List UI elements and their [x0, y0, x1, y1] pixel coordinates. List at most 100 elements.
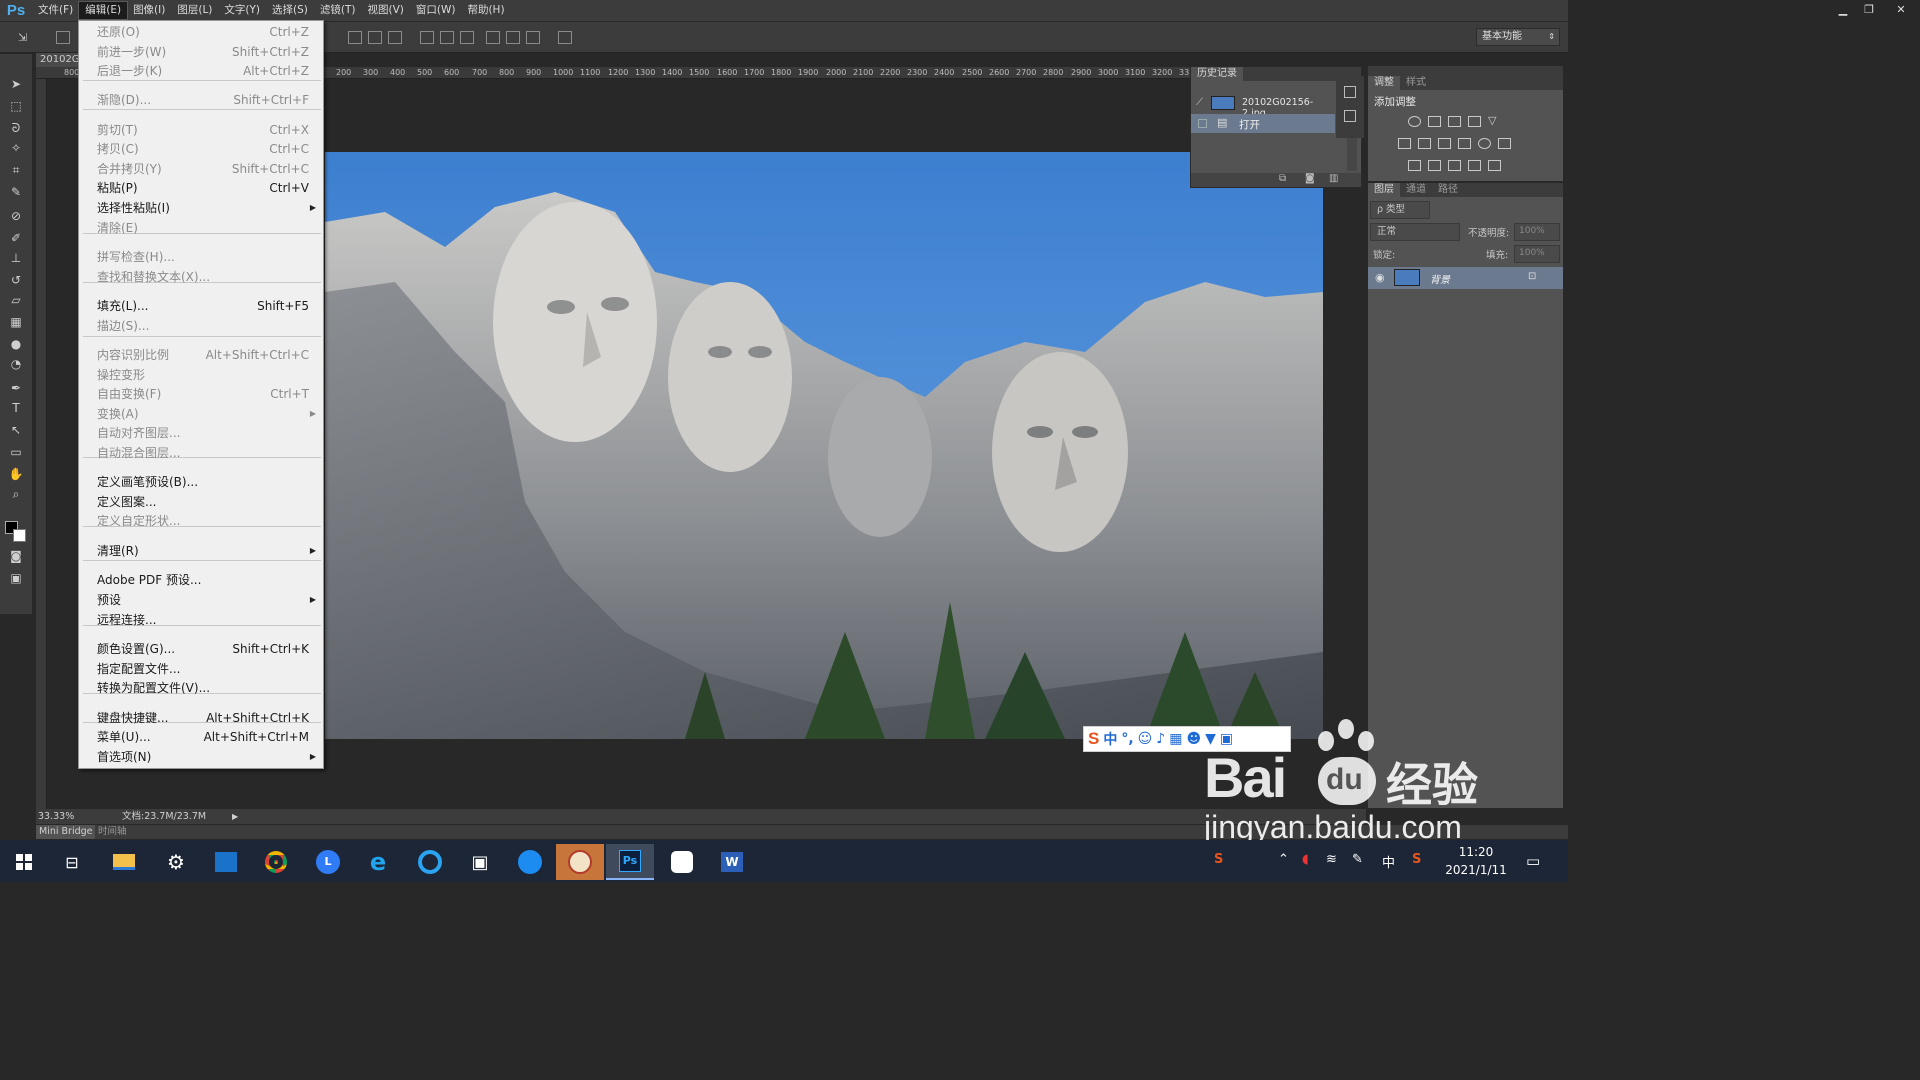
- tab-timeline[interactable]: 时间轴: [98, 825, 127, 839]
- brush-tool-icon[interactable]: ✐: [7, 230, 25, 246]
- color-lookup-icon[interactable]: [1498, 138, 1511, 149]
- restore-icon[interactable]: ❐: [1856, 0, 1882, 18]
- properties-panel-icon[interactable]: [1344, 110, 1356, 122]
- path-select-icon[interactable]: ↖: [7, 422, 25, 438]
- keyboard-icon[interactable]: ▦: [1169, 731, 1182, 747]
- edit-menu-item[interactable]: Adobe PDF 预设...: [79, 570, 323, 590]
- start-windows-icon[interactable]: [0, 844, 48, 880]
- new-document-from-state-icon[interactable]: ⧉: [1279, 173, 1286, 184]
- trash-icon[interactable]: ▥: [1329, 173, 1338, 184]
- distribute-vcenter-icon[interactable]: [440, 31, 454, 44]
- edit-menu-item[interactable]: 键盘快捷键... Alt+Shift+Ctrl+K: [79, 708, 323, 728]
- tab-mini-bridge[interactable]: Mini Bridge: [36, 825, 96, 839]
- menu-6[interactable]: 滤镜(T): [314, 2, 362, 19]
- microphone-icon[interactable]: ♪: [1156, 731, 1165, 747]
- auto-align-icon[interactable]: [558, 31, 572, 44]
- qq-tray-icon[interactable]: ◖: [1302, 852, 1309, 867]
- edit-menu-item[interactable]: 转换为配置文件(V)...: [79, 678, 323, 698]
- align-vcenter-icon[interactable]: [368, 31, 382, 44]
- menu-9[interactable]: 帮助(H): [461, 2, 510, 19]
- menu-5[interactable]: 选择(S): [266, 2, 314, 19]
- layer-background[interactable]: ◉ 背景 ⊡: [1368, 267, 1563, 289]
- menu-0[interactable]: 文件(F): [32, 2, 79, 19]
- auto-select-checkbox[interactable]: [56, 31, 70, 44]
- sogou-input-icon[interactable]: S: [1412, 852, 1421, 867]
- history-snapshot-row[interactable]: ⟋ 20102G02156-2.jpg: [1191, 93, 1335, 119]
- emblem-app-icon[interactable]: [556, 844, 604, 880]
- menu-1[interactable]: 编辑(E): [78, 1, 129, 20]
- user-icon[interactable]: ☻: [1186, 731, 1201, 747]
- settings-gear-icon[interactable]: ⚙: [152, 844, 200, 880]
- status-menu-arrow-icon[interactable]: ▶: [232, 809, 238, 824]
- history-step-row[interactable]: ▤ 打开: [1191, 114, 1335, 133]
- photoshop-taskbar-icon[interactable]: Ps: [606, 844, 654, 880]
- history-panel-icon[interactable]: [1344, 86, 1356, 98]
- zoom-tool-icon[interactable]: ⌕: [7, 486, 25, 502]
- edit-menu-item[interactable]: 填充(L)... Shift+F5: [79, 296, 323, 316]
- sogou-app-icon[interactable]: [506, 844, 554, 880]
- align-bottom-icon[interactable]: [388, 31, 402, 44]
- zoom-level[interactable]: 33.33%: [38, 809, 74, 824]
- background-color-swatch[interactable]: [13, 529, 26, 542]
- edit-menu-item[interactable]: 颜色设置(G)... Shift+Ctrl+K: [79, 639, 323, 659]
- tray-lang[interactable]: 中: [1382, 852, 1395, 871]
- menu-7[interactable]: 视图(V): [361, 2, 409, 19]
- move-tool-icon[interactable]: ➤: [7, 76, 25, 92]
- screen-mode-icon[interactable]: ▣: [7, 570, 25, 586]
- tab-channels[interactable]: 通道: [1400, 183, 1432, 197]
- edit-menu-item[interactable]: 菜单(U)... Alt+Shift+Ctrl+M: [79, 727, 323, 747]
- photo-filter-icon[interactable]: [1458, 138, 1471, 149]
- color-balance-icon[interactable]: [1418, 138, 1431, 149]
- wifi-icon[interactable]: ≋: [1326, 852, 1337, 867]
- edit-menu-item[interactable]: 清理(R) ▶: [79, 541, 323, 561]
- history-brush-icon[interactable]: ↺: [7, 272, 25, 288]
- baidu-netdisk-icon[interactable]: [658, 844, 706, 880]
- camera-icon[interactable]: ◙: [1305, 173, 1315, 184]
- threshold-icon[interactable]: [1448, 160, 1461, 171]
- sogou-logo-icon[interactable]: S: [1088, 729, 1099, 749]
- document-image[interactable]: [325, 152, 1323, 739]
- emoji-icon[interactable]: ☺: [1138, 731, 1153, 747]
- distribute-hcenter-icon[interactable]: [506, 31, 520, 44]
- task-view-icon[interactable]: ⊟: [48, 844, 96, 880]
- ime-lang[interactable]: 中: [1103, 729, 1117, 749]
- blend-mode-select[interactable]: 正常: [1370, 223, 1460, 241]
- workspace-select[interactable]: 基本功能 ⇕: [1476, 28, 1560, 46]
- posterize-icon[interactable]: [1428, 160, 1441, 171]
- clock-date[interactable]: 2021/1/11: [1438, 863, 1514, 877]
- hue-saturation-icon[interactable]: [1398, 138, 1411, 149]
- menu-4[interactable]: 文字(Y): [218, 2, 266, 19]
- exposure-icon[interactable]: [1468, 116, 1481, 127]
- layer-filter-select[interactable]: ρ 类型: [1370, 201, 1430, 219]
- invert-icon[interactable]: [1408, 160, 1421, 171]
- ime-punctuation[interactable]: °,: [1121, 731, 1133, 747]
- align-top-icon[interactable]: [348, 31, 362, 44]
- marquee-tool-icon[interactable]: ⬚: [7, 98, 25, 114]
- distribute-top-icon[interactable]: [420, 31, 434, 44]
- notification-icon[interactable]: ▭: [1526, 852, 1540, 870]
- minimize-icon[interactable]: ▁: [1830, 0, 1856, 18]
- menu-2[interactable]: 图像(I): [127, 2, 171, 19]
- menu-8[interactable]: 窗口(W): [410, 2, 462, 19]
- dodge-tool-icon[interactable]: ◔: [7, 356, 25, 372]
- chrome-icon[interactable]: [252, 844, 300, 880]
- levels-icon[interactable]: [1428, 116, 1441, 127]
- chevron-up-icon[interactable]: ⌃: [1278, 852, 1289, 867]
- tab-layers[interactable]: 图层: [1368, 183, 1400, 197]
- healing-brush-icon[interactable]: ⊘: [7, 208, 25, 224]
- stamp-tool-icon[interactable]: ⊥: [7, 250, 25, 266]
- curves-icon[interactable]: [1448, 116, 1461, 127]
- distribute-right-icon[interactable]: [526, 31, 540, 44]
- gradient-map-icon[interactable]: [1488, 160, 1501, 171]
- sogou-tray-icon[interactable]: S: [1214, 852, 1223, 867]
- fill-input[interactable]: 100%: [1514, 245, 1560, 263]
- eyedropper-tool-icon[interactable]: ✎: [7, 184, 25, 200]
- edit-menu-item[interactable]: 指定配置文件...: [79, 659, 323, 679]
- file-explorer-icon[interactable]: [100, 844, 148, 880]
- tab-adjustments[interactable]: 调整: [1368, 76, 1400, 90]
- distribute-bottom-icon[interactable]: [460, 31, 474, 44]
- edit-menu-item[interactable]: 远程连接...: [79, 610, 323, 630]
- tab-paths[interactable]: 路径: [1432, 183, 1464, 197]
- channel-mixer-icon[interactable]: [1478, 138, 1491, 149]
- selective-color-icon[interactable]: [1468, 160, 1481, 171]
